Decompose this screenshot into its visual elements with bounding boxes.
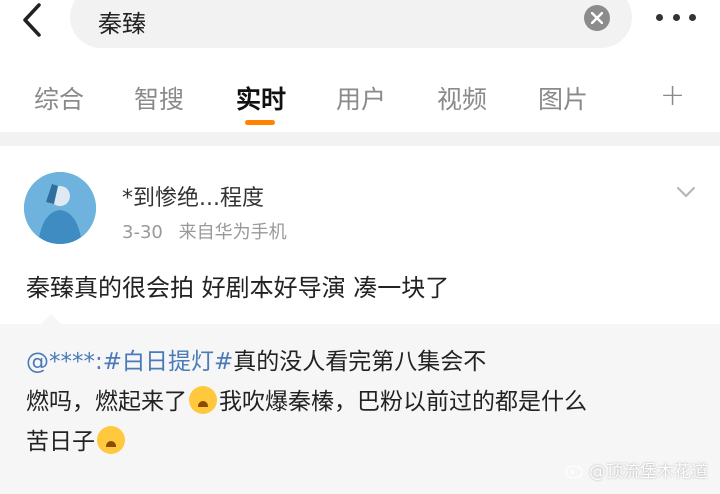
clear-search-button[interactable] xyxy=(584,5,610,31)
quoted-line3: 苦日子 xyxy=(26,429,95,455)
tab-users[interactable]: 用户 xyxy=(336,80,386,116)
close-icon xyxy=(591,12,603,24)
avatar-figure-icon xyxy=(24,172,96,244)
search-bar[interactable]: 秦臻 xyxy=(70,0,632,48)
search-input[interactable]: 秦臻 xyxy=(98,4,146,39)
tab-comprehensive[interactable]: 综合 xyxy=(34,80,84,116)
dot-icon xyxy=(689,13,696,21)
tab-images[interactable]: 图片 xyxy=(538,80,588,116)
quoted-line2b: 我吹爆秦榛，巴粉以前过的都是什么 xyxy=(219,389,587,415)
weibo-logo-icon xyxy=(565,464,583,479)
post-author[interactable]: *到惨绝...程度 xyxy=(122,180,264,212)
add-tab-button[interactable]: + xyxy=(660,78,685,113)
shocked-emoji-icon xyxy=(189,386,217,414)
feed-post[interactable]: *到惨绝...程度 3-30 来自华为手机 秦臻真的很会拍 好剧本好导演 凑一块… xyxy=(0,146,720,494)
tab-video[interactable]: 视频 xyxy=(437,80,487,116)
post-source-device: 华为手机 xyxy=(214,222,287,243)
crying-emoji-icon xyxy=(97,426,125,454)
tab-smart-search[interactable]: 智搜 xyxy=(134,80,184,116)
mention-link[interactable]: @****: xyxy=(26,349,103,375)
more-options-button[interactable] xyxy=(656,8,696,26)
avatar[interactable] xyxy=(24,172,96,244)
post-date: 3-30 xyxy=(122,222,163,243)
post-source-prefix: 来自 xyxy=(178,222,215,243)
tab-realtime[interactable]: 实时 xyxy=(236,80,286,116)
watermark-text: @顶流堡木花道 xyxy=(589,462,708,482)
quoted-line2a: 燃吗，燃起来了 xyxy=(26,389,187,415)
section-divider xyxy=(0,132,720,146)
chevron-down-icon[interactable] xyxy=(676,182,696,202)
quoted-line1: 真的没人看完第八集会不 xyxy=(233,349,487,375)
dot-icon xyxy=(656,13,663,21)
top-bar: 秦臻 xyxy=(0,0,720,56)
quoted-text: @****:#白日提灯#真的没人看完第八集会不 燃吗，燃起来了 我吹爆秦榛，巴粉以… xyxy=(26,342,696,462)
back-button[interactable] xyxy=(14,2,50,38)
search-tabs: 综合 智搜 实时 用户 视频 图片 + xyxy=(0,66,720,130)
active-tab-indicator xyxy=(245,120,275,125)
quoted-post[interactable]: @****:#白日提灯#真的没人看完第八集会不 燃吗，燃起来了 我吹爆秦榛，巴粉以… xyxy=(0,314,720,494)
back-arrow-icon xyxy=(23,3,41,37)
post-text: 秦臻真的很会拍 好剧本好导演 凑一块了 xyxy=(26,274,450,302)
dot-icon xyxy=(672,13,680,21)
watermark: @顶流堡木花道 xyxy=(565,457,708,482)
post-meta: 3-30 来自华为手机 xyxy=(122,218,287,244)
quote-notch xyxy=(40,314,62,325)
hashtag-link[interactable]: #白日提灯# xyxy=(103,349,234,375)
